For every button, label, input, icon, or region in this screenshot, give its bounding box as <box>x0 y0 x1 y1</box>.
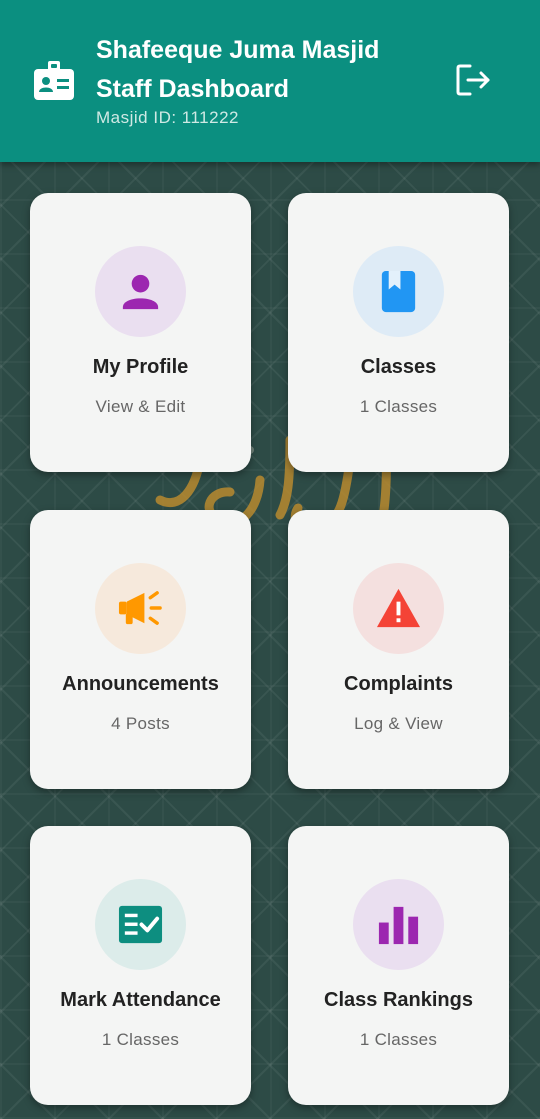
class-rankings-card[interactable]: Class Rankings 1 Classes <box>288 826 509 1105</box>
masjid-id-label: Masjid ID: 111222 <box>96 108 239 127</box>
card-title: My Profile <box>92 356 189 378</box>
icon-circle <box>353 563 444 654</box>
id-badge-icon <box>34 61 74 100</box>
page-title: Shafeeque Juma Masjid Staff Dashboard <box>96 31 436 109</box>
icon-circle <box>353 246 444 337</box>
card-subtitle: 1 Classes <box>101 1030 180 1049</box>
warning-icon <box>376 588 421 628</box>
icon-circle <box>95 879 186 970</box>
attendance-checklist-icon <box>118 905 163 944</box>
icon-circle <box>95 246 186 337</box>
card-title: Announcements <box>62 673 219 695</box>
card-subtitle: 4 Posts <box>111 714 170 733</box>
logout-icon[interactable] <box>455 63 491 97</box>
card-subtitle: 1 Classes <box>359 1030 438 1049</box>
complaints-card[interactable]: Complaints Log & View <box>288 510 509 789</box>
card-subtitle: View & Edit <box>95 397 186 416</box>
bar-chart-icon <box>378 906 419 945</box>
megaphone-icon <box>118 591 162 625</box>
card-title: Classes <box>360 356 437 378</box>
masjid-name: Shafeeque Juma Masjid <box>96 36 380 64</box>
card-subtitle: Log & View <box>354 714 443 733</box>
icon-circle <box>353 879 444 970</box>
card-title: Complaints <box>344 673 453 695</box>
mark-attendance-card[interactable]: Mark Attendance 1 Classes <box>30 826 251 1105</box>
person-icon <box>122 274 159 310</box>
book-icon <box>381 270 416 313</box>
card-subtitle: 1 Classes <box>359 397 438 416</box>
dashboard-label: Staff Dashboard <box>96 75 290 103</box>
app-header: Shafeeque Juma Masjid Staff Dashboard Ma… <box>0 0 540 162</box>
announcements-card[interactable]: Announcements 4 Posts <box>30 510 251 789</box>
my-profile-card[interactable]: My Profile View & Edit <box>30 193 251 472</box>
icon-circle <box>95 563 186 654</box>
classes-card[interactable]: Classes 1 Classes <box>288 193 509 472</box>
card-title: Class Rankings <box>324 989 473 1011</box>
card-title: Mark Attendance <box>60 989 221 1011</box>
